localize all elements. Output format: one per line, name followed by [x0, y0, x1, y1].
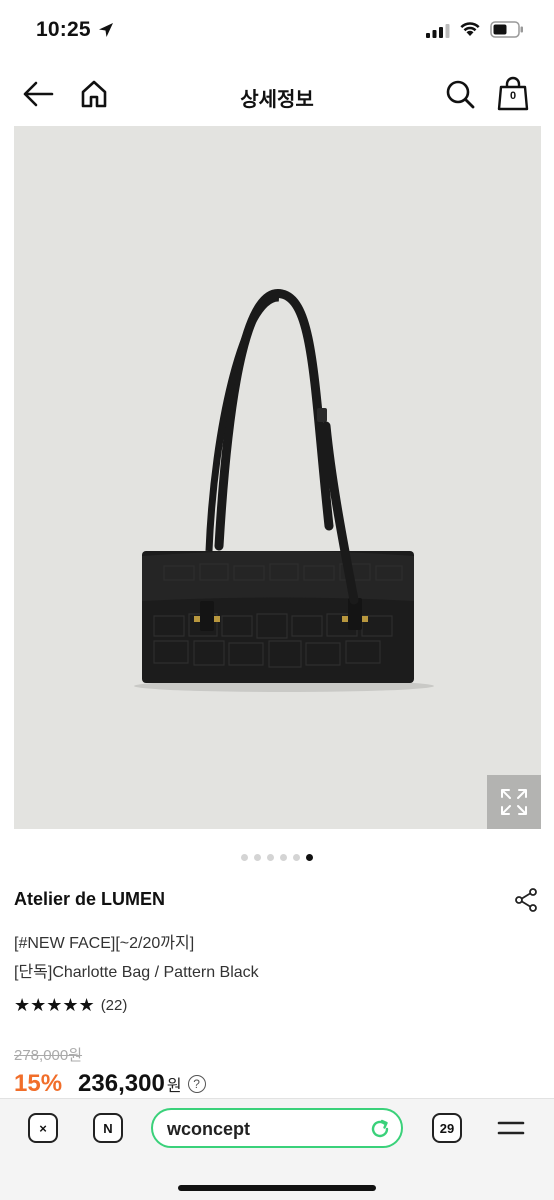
status-time: 10:25	[36, 18, 91, 41]
price-row: 15% 236,300 원 ?	[14, 1070, 206, 1098]
pagination-dot[interactable]	[254, 854, 261, 861]
promo-tag: [#NEW FACE][~2/20까지]	[14, 935, 195, 952]
battery-icon	[490, 21, 523, 38]
original-price: 278,000원	[14, 1047, 83, 1064]
close-tab-button[interactable]: ×	[28, 1113, 58, 1143]
address-bar[interactable]: wconcept	[151, 1108, 403, 1148]
cart-button[interactable]: 0	[495, 76, 531, 112]
reload-icon[interactable]	[369, 1118, 391, 1140]
pagination-dot[interactable]	[280, 854, 287, 861]
wifi-icon	[460, 22, 480, 36]
search-button[interactable]	[442, 76, 478, 112]
discount-rate: 15%	[14, 1070, 63, 1097]
image-pagination	[0, 854, 554, 864]
cart-count-badge: 0	[509, 90, 517, 102]
product-image[interactable]	[14, 126, 541, 829]
price-info-icon[interactable]: ?	[187, 1075, 206, 1093]
currency-unit: 원	[166, 1078, 182, 1095]
expand-arrows-icon	[501, 789, 527, 815]
brand-name[interactable]: Atelier de LUMEN	[14, 889, 165, 910]
rating-stars: ★★★★★	[14, 995, 95, 1015]
pagination-dot[interactable]	[306, 854, 313, 861]
expand-image-button[interactable]	[487, 775, 541, 829]
share-icon	[515, 888, 537, 912]
home-indicator	[178, 1185, 376, 1191]
pagination-dot[interactable]	[267, 854, 274, 861]
url-text: wconcept	[167, 1119, 251, 1139]
browser-toolbar: × N wconcept 29	[0, 1098, 554, 1200]
app-header: 상세정보 0	[0, 62, 554, 126]
tab-count-button[interactable]: 29	[432, 1113, 462, 1143]
review-count: (22)	[100, 997, 128, 1014]
naver-home-button[interactable]: N	[93, 1113, 123, 1143]
hamburger-menu-icon[interactable]	[497, 1119, 525, 1137]
pagination-dot[interactable]	[293, 854, 300, 861]
sale-price: 236,300	[78, 1070, 165, 1097]
search-icon	[446, 80, 475, 109]
location-arrow-icon	[99, 23, 113, 37]
pagination-dot[interactable]	[241, 854, 248, 861]
status-bar: 10:25	[0, 0, 554, 62]
black-croc-shoulder-bag-photo	[134, 289, 434, 692]
share-button[interactable]	[512, 886, 540, 914]
cellular-signal-icon	[426, 24, 450, 38]
rating[interactable]: ★★★★★ (22)	[14, 995, 127, 1016]
product-name: [단독]Charlotte Bag / Pattern Black	[14, 964, 259, 981]
